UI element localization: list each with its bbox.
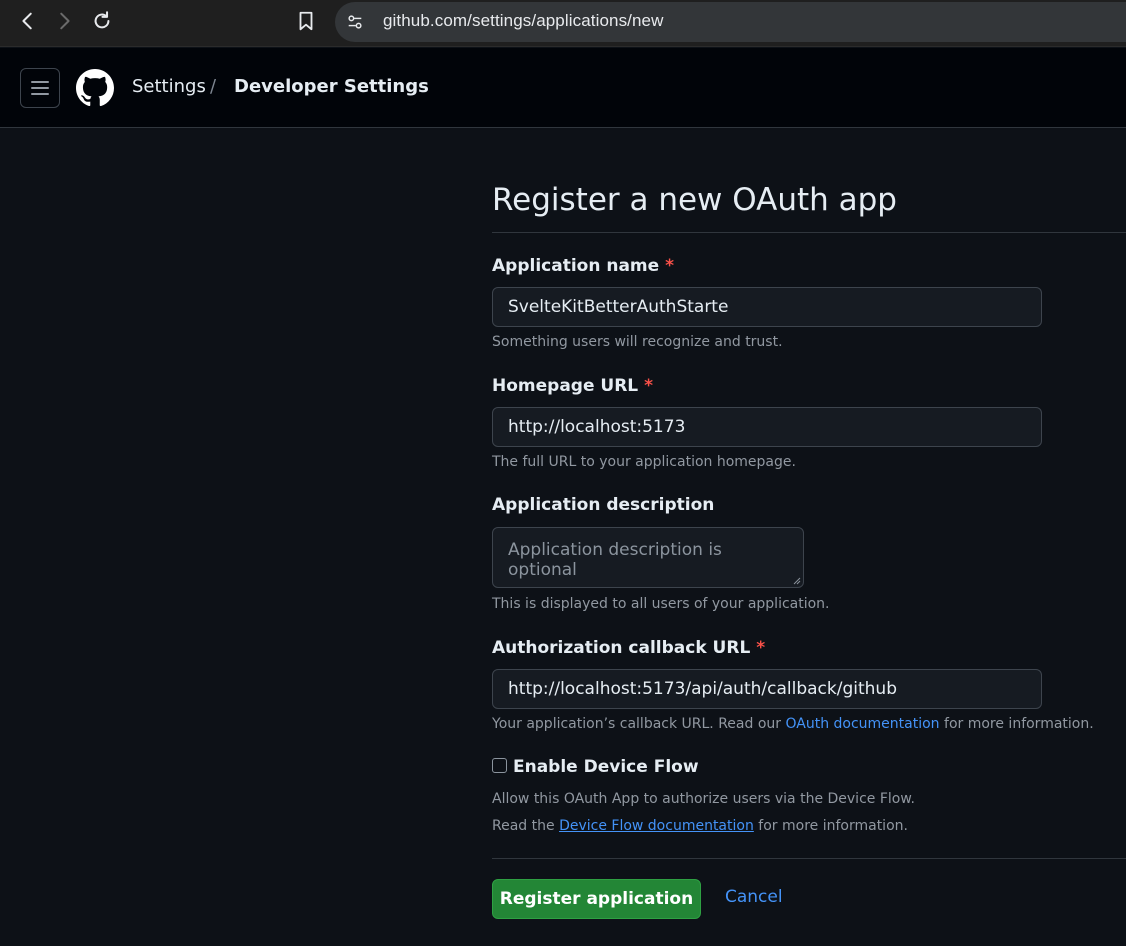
device-flow-documentation-link[interactable]: Device Flow documentation bbox=[559, 818, 754, 834]
app-name-label: Application name * bbox=[492, 256, 674, 276]
github-logo-icon[interactable] bbox=[76, 69, 114, 107]
oauth-documentation-link[interactable]: OAuth documentation bbox=[785, 716, 939, 732]
bookmark-icon bbox=[299, 11, 313, 31]
breadcrumb-separator: / bbox=[210, 76, 217, 97]
title-divider bbox=[492, 232, 1126, 233]
menu-button[interactable] bbox=[20, 68, 60, 108]
reload-icon bbox=[94, 11, 110, 29]
homepage-label: Homepage URL * bbox=[492, 376, 653, 396]
description-label: Application description bbox=[492, 495, 715, 515]
chevron-left-icon bbox=[22, 12, 32, 30]
device-flow-hint-suffix: for more information. bbox=[753, 818, 908, 834]
page-title: Register a new OAuth app bbox=[492, 182, 897, 218]
address-bar[interactable]: github.com/settings/applications/new bbox=[335, 2, 1126, 42]
device-flow-hint-prefix: Read the bbox=[492, 818, 560, 834]
hamburger-icon bbox=[31, 81, 49, 95]
app-name-input[interactable]: SvelteKitBetterAuthStarte bbox=[492, 287, 1042, 327]
homepage-hint: The full URL to your application homepag… bbox=[492, 454, 796, 470]
homepage-url-input[interactable]: http://localhost:5173 bbox=[492, 407, 1042, 447]
bookmark-button[interactable] bbox=[294, 9, 318, 33]
description-hint: This is displayed to all users of your a… bbox=[492, 596, 830, 612]
url-text[interactable]: github.com/settings/applications/new bbox=[383, 11, 663, 31]
homepage-label-text: Homepage URL bbox=[492, 376, 639, 396]
app-name-label-text: Application name bbox=[492, 256, 660, 276]
forward-button[interactable] bbox=[52, 9, 76, 33]
back-button[interactable] bbox=[16, 9, 40, 33]
callback-label: Authorization callback URL * bbox=[492, 638, 765, 658]
cancel-link[interactable]: Cancel bbox=[725, 887, 783, 907]
description-placeholder: Application description is optional bbox=[508, 540, 722, 580]
required-mark: * bbox=[644, 376, 654, 396]
app-name-hint: Something users will recognize and trust… bbox=[492, 334, 783, 350]
callback-label-text: Authorization callback URL bbox=[492, 638, 751, 658]
breadcrumb-developer-settings[interactable]: Developer Settings bbox=[234, 76, 429, 97]
required-mark: * bbox=[756, 638, 766, 658]
register-application-button[interactable]: Register application bbox=[492, 879, 701, 919]
description-textarea[interactable]: Application description is optional bbox=[492, 527, 804, 588]
required-mark: * bbox=[665, 256, 675, 276]
tune-icon[interactable] bbox=[345, 12, 365, 32]
device-flow-checkbox[interactable] bbox=[492, 758, 507, 773]
callback-hint-suffix: for more information. bbox=[939, 716, 1094, 732]
device-flow-hint-line1: Allow this OAuth App to authorize users … bbox=[492, 791, 915, 807]
breadcrumb-settings[interactable]: Settings bbox=[132, 76, 206, 97]
callback-hint-prefix: Your application’s callback URL. Read ou… bbox=[492, 716, 786, 732]
browser-toolbar: github.com/settings/applications/new bbox=[0, 0, 1126, 47]
resize-grip-icon[interactable] bbox=[793, 577, 801, 585]
device-flow-hint-line2: Read the Device Flow documentation for m… bbox=[492, 818, 908, 834]
callback-url-input[interactable]: http://localhost:5173/api/auth/callback/… bbox=[492, 669, 1042, 709]
device-flow-label[interactable]: Enable Device Flow bbox=[513, 757, 699, 777]
github-header: Settings / Developer Settings bbox=[0, 48, 1126, 128]
chevron-right-icon bbox=[60, 12, 70, 30]
form-divider bbox=[492, 858, 1126, 859]
callback-hint: Your application’s callback URL. Read ou… bbox=[492, 716, 1094, 732]
reload-button[interactable] bbox=[90, 9, 114, 33]
